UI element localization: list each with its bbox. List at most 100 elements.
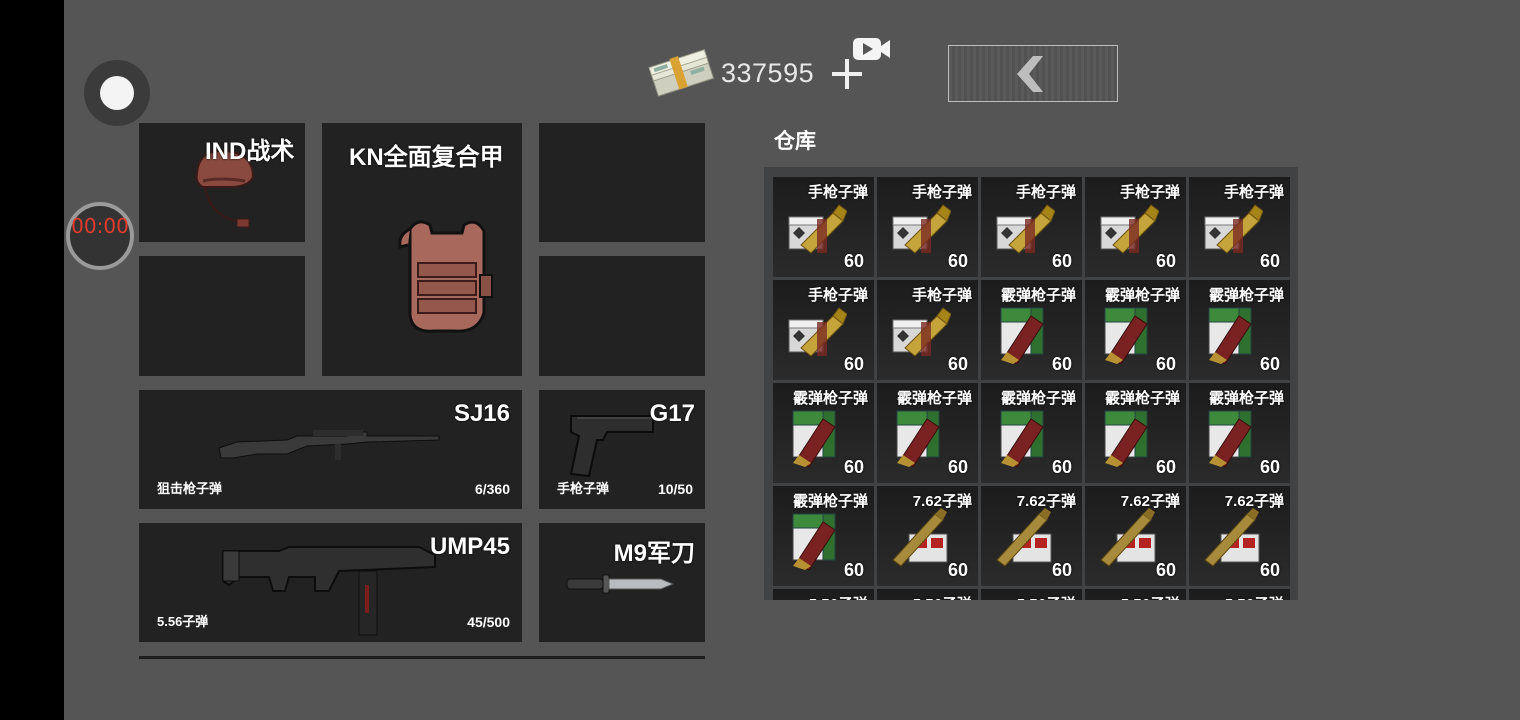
- record-button[interactable]: [84, 60, 150, 126]
- warehouse-item-name: 手枪子弹: [911, 184, 972, 201]
- warehouse-item[interactable]: 手枪子弹 60: [877, 177, 978, 277]
- warehouse-item[interactable]: 霰弹枪子弹 60: [877, 383, 978, 483]
- slot-divider: [139, 656, 705, 659]
- warehouse-item[interactable]: 7.62子弹 60: [877, 486, 978, 586]
- warehouse-item-name: 手枪子弹: [807, 287, 868, 304]
- warehouse-item-name: 7.62子弹: [912, 493, 972, 510]
- warehouse-item[interactable]: 手枪子弹 60: [773, 177, 874, 277]
- warehouse-item[interactable]: 手枪子弹 60: [877, 280, 978, 380]
- warehouse-item-count: 60: [1155, 560, 1176, 580]
- smg-icon: [222, 546, 436, 636]
- secondary-weapon-ammo: 5.56子弹: [157, 614, 209, 629]
- warehouse-item-name: 手枪子弹: [911, 287, 972, 304]
- helmet-slot[interactable]: IND战术: [139, 123, 305, 242]
- warehouse-item-name: 7.62子弹: [1016, 493, 1076, 510]
- warehouse-item-name: 霰弹枪子弹: [896, 390, 972, 407]
- warehouse-item-count: 60: [1259, 457, 1280, 477]
- knife-icon: [566, 574, 675, 594]
- sniper-rifle-icon: [218, 430, 440, 460]
- pistol-icon: [569, 415, 654, 478]
- warehouse-item[interactable]: 霰弹枪子弹 60: [1189, 280, 1290, 380]
- warehouse-item-name: 霰弹枪子弹: [1104, 287, 1180, 304]
- warehouse-item-name: 手枪子弹: [1015, 184, 1076, 201]
- warehouse-item[interactable]: 霰弹枪子弹 60: [981, 280, 1082, 380]
- empty-slot[interactable]: [139, 256, 305, 376]
- cash-amount: 337595: [721, 58, 815, 88]
- primary-weapon-name: SJ16: [453, 400, 510, 427]
- secondary-weapon-name: UMP45: [429, 533, 510, 560]
- warehouse-item-name: 霰弹枪子弹: [1104, 390, 1180, 407]
- cash-stack-icon: [646, 40, 716, 104]
- warehouse-item[interactable]: 5.56子弹60: [1189, 589, 1290, 600]
- warehouse-item-count: 60: [1155, 354, 1176, 374]
- helmet-name: IND战术: [205, 138, 295, 165]
- pistol-slot[interactable]: G17 手枪子弹 10/50: [539, 390, 705, 509]
- empty-slot[interactable]: [539, 256, 705, 376]
- warehouse-grid: 手枪子弹 60 手枪子弹 60 手枪子弹 60 手枪子弹 60 手枪子弹 60 手枪子弹 60 手枪子弹…: [773, 177, 1290, 600]
- armor-slot[interactable]: KN全面复合甲: [322, 123, 522, 376]
- warehouse-item-name: 5.56子弹: [1225, 593, 1284, 600]
- warehouse-item-count: 60: [947, 560, 968, 580]
- warehouse-item-count: 60: [947, 354, 968, 374]
- melee-name: M9军刀: [613, 540, 695, 567]
- warehouse-item-count: 60: [1155, 457, 1176, 477]
- warehouse-item-name: 霰弹枪子弹: [1000, 390, 1076, 407]
- record-timer: 00:00: [66, 202, 134, 270]
- warehouse-item-name: 霰弹枪子弹: [792, 390, 868, 407]
- warehouse-item[interactable]: 手枪子弹 60: [1189, 177, 1290, 277]
- primary-weapon-ammo: 狙击枪子弹: [157, 481, 223, 496]
- primary-weapon-count: 6/360: [474, 481, 510, 497]
- warehouse-item[interactable]: 霰弹枪子弹 60: [1085, 280, 1186, 380]
- warehouse-item-count: 60: [843, 457, 864, 477]
- warehouse-panel[interactable]: 手枪子弹 60 手枪子弹 60 手枪子弹 60 手枪子弹 60 手枪子弹 60 手枪子弹 60 手枪子弹…: [764, 167, 1298, 600]
- warehouse-item[interactable]: 5.56子弹60: [981, 589, 1082, 600]
- warehouse-item[interactable]: 5.56子弹60: [1085, 589, 1186, 600]
- warehouse-item-count: 60: [1259, 354, 1280, 374]
- warehouse-item-count: 60: [1259, 251, 1280, 271]
- secondary-weapon-slot[interactable]: UMP45 5.56子弹 45/500: [139, 523, 522, 642]
- warehouse-item-name: 5.56子弹: [1017, 593, 1076, 600]
- warehouse-item-name: 5.56子弹: [809, 593, 868, 600]
- warehouse-item-count: 60: [947, 251, 968, 271]
- backpack-slot[interactable]: [539, 123, 705, 242]
- warehouse-item[interactable]: 手枪子弹 60: [1085, 177, 1186, 277]
- game-screen: 337595 00:00 IND战术 KN全面复合甲 SJ16 狙击枪子弹 6/…: [64, 0, 1520, 720]
- warehouse-item[interactable]: 5.56子弹60: [877, 589, 978, 600]
- warehouse-item-count: 60: [1259, 560, 1280, 580]
- warehouse-item-count: 60: [1051, 251, 1072, 271]
- warehouse-item-count: 60: [1051, 560, 1072, 580]
- back-button[interactable]: [948, 45, 1118, 102]
- warehouse-item[interactable]: 霰弹枪子弹 60: [1189, 383, 1290, 483]
- pistol-count: 10/50: [657, 481, 693, 497]
- warehouse-title: 仓库: [774, 130, 816, 153]
- secondary-weapon-count: 45/500: [467, 614, 510, 630]
- warehouse-item-count: 60: [1051, 457, 1072, 477]
- warehouse-item[interactable]: 霰弹枪子弹 60: [981, 383, 1082, 483]
- pistol-ammo: 手枪子弹: [557, 481, 610, 496]
- warehouse-item-count: 60: [843, 354, 864, 374]
- warehouse-item[interactable]: 霰弹枪子弹 60: [773, 486, 874, 586]
- warehouse-item-name: 7.62子弹: [1224, 493, 1284, 510]
- warehouse-item-name: 手枪子弹: [807, 184, 868, 201]
- warehouse-item-name: 霰弹枪子弹: [1208, 287, 1284, 304]
- warehouse-item[interactable]: 霰弹枪子弹 60: [773, 383, 874, 483]
- warehouse-item-count: 60: [947, 457, 968, 477]
- warehouse-item[interactable]: 手枪子弹 60: [773, 280, 874, 380]
- warehouse-item[interactable]: 霰弹枪子弹 60: [1085, 383, 1186, 483]
- warehouse-item-name: 霰弹枪子弹: [792, 493, 868, 510]
- warehouse-item-count: 60: [1051, 354, 1072, 374]
- warehouse-item-name: 手枪子弹: [1119, 184, 1180, 201]
- warehouse-item[interactable]: 7.62子弹 60: [1085, 486, 1186, 586]
- warehouse-item[interactable]: 手枪子弹 60: [981, 177, 1082, 277]
- warehouse-item-name: 5.56子弹: [913, 593, 972, 600]
- warehouse-item-name: 霰弹枪子弹: [1000, 287, 1076, 304]
- primary-weapon-slot[interactable]: SJ16 狙击枪子弹 6/360: [139, 390, 522, 509]
- warehouse-item-count: 60: [843, 251, 864, 271]
- warehouse-item[interactable]: 7.62子弹 60: [1189, 486, 1290, 586]
- warehouse-item-count: 60: [1155, 251, 1176, 271]
- warehouse-item[interactable]: 5.56子弹60: [773, 589, 874, 600]
- melee-slot[interactable]: M9军刀: [539, 523, 705, 642]
- video-ad-icon[interactable]: [852, 36, 892, 64]
- warehouse-item-name: 手枪子弹: [1223, 184, 1284, 201]
- warehouse-item[interactable]: 7.62子弹 60: [981, 486, 1082, 586]
